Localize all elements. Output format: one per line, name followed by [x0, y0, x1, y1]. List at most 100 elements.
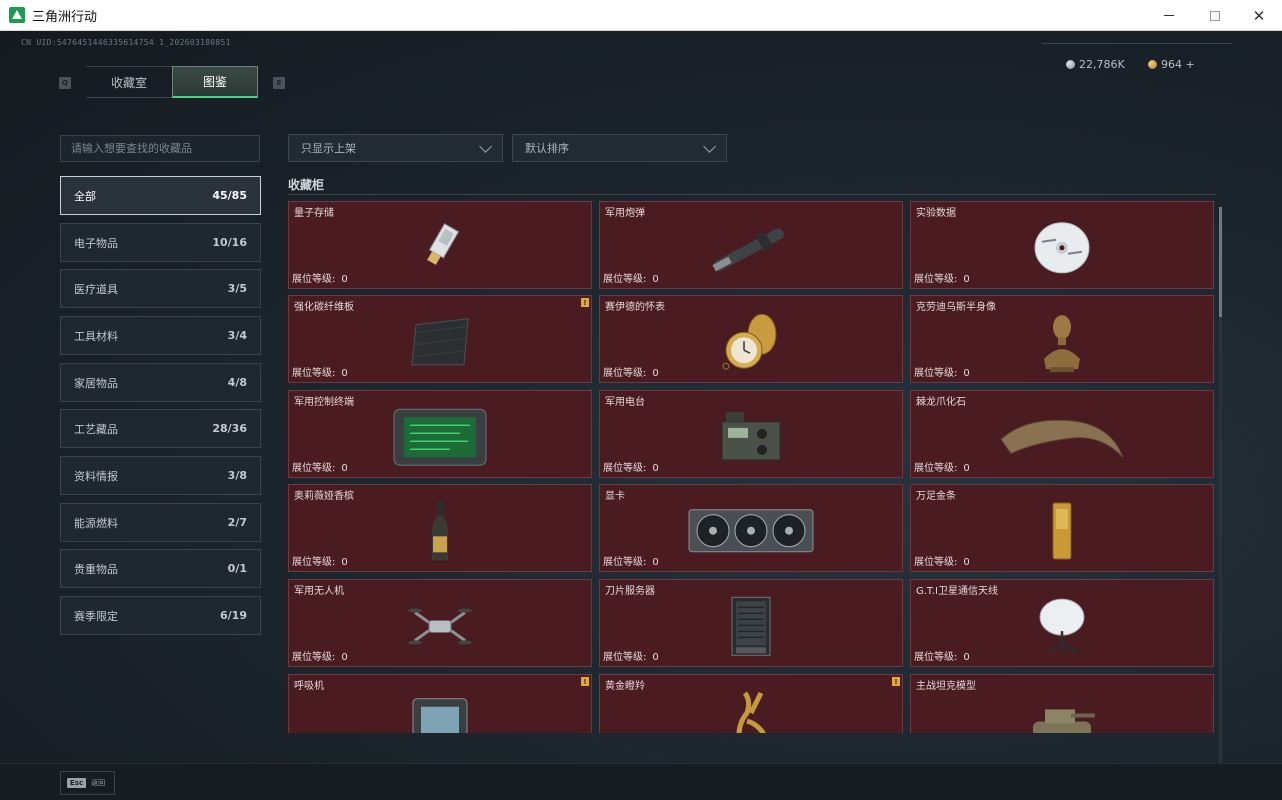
category-label: 能源燃料 [74, 516, 118, 530]
back-label: 返回 [91, 779, 106, 787]
level-value: 0 [963, 652, 970, 663]
minimize-button[interactable] [1146, 0, 1192, 31]
category-label: 资料情报 [74, 469, 118, 483]
item-card[interactable]: 奥莉薇娅香槟 展位等级: 0 [288, 484, 592, 572]
divider [1042, 43, 1232, 44]
uid-text: CN UID:5476451446335614754 1_20260318085… [21, 38, 231, 47]
item-card[interactable]: 赛伊德的怀表 展位等级: 0 [599, 295, 903, 383]
item-card[interactable]: 军用电台 展位等级: 0 [599, 390, 903, 478]
item-name: 克劳迪乌斯半身像 [916, 302, 996, 313]
category-label: 赛季限定 [74, 609, 118, 623]
item-card[interactable]: 黄金瞪羚 ! 展位等级:0 [599, 674, 903, 733]
category-count: 3/4 [227, 329, 247, 342]
category-count: 28/36 [212, 422, 247, 435]
level-value: 0 [652, 463, 659, 474]
item-level: 展位等级: 0 [914, 459, 970, 474]
category-label: 家居物品 [74, 376, 118, 390]
alert-flag-icon: ! [581, 298, 589, 307]
level-label: 展位等级: [603, 557, 647, 568]
item-name: 呼吸机 [294, 681, 324, 692]
category-tools[interactable]: 工具材料 3/4 [60, 316, 261, 355]
level-value: 0 [963, 463, 970, 474]
item-level: 展位等级: 0 [603, 648, 659, 663]
prev-tab-key-hint: Q [59, 77, 71, 89]
item-card[interactable]: 显卡 展位等级: 0 [599, 484, 903, 572]
item-name: 赛伊德的怀表 [605, 302, 665, 313]
level-value: 0 [652, 274, 659, 285]
category-medical[interactable]: 医疗道具 3/5 [60, 269, 261, 308]
section-title: 收藏柜 [288, 178, 325, 192]
item-card[interactable]: 实验数据 展位等级: 0 [910, 201, 1214, 289]
item-card[interactable]: 棘龙爪化石 展位等级: 0 [910, 390, 1214, 478]
pocket-watch-icon [718, 310, 784, 374]
maximize-button[interactable] [1192, 0, 1238, 31]
chevron-down-icon [479, 140, 492, 153]
level-value: 0 [341, 274, 348, 285]
category-energy[interactable]: 能源燃料 2/7 [60, 503, 261, 542]
item-name: 量子存储 [294, 208, 334, 219]
item-card[interactable]: 军用控制终端 展位等级: 0 [288, 390, 592, 478]
tab-bar: 收藏室 图鉴 [86, 66, 258, 98]
section-divider [288, 194, 1216, 195]
level-value: 0 [652, 652, 659, 663]
satellite-dish-icon [1035, 595, 1089, 657]
level-value: 0 [963, 274, 970, 285]
category-count: 2/7 [227, 516, 247, 529]
level-value: 0 [963, 557, 970, 568]
item-card[interactable]: 军用无人机 展位等级: 0 [288, 579, 592, 667]
silver-coin-icon [1066, 60, 1075, 69]
item-card[interactable]: 军用炮弹 展位等级: 0 [599, 201, 903, 289]
level-label: 展位等级: [603, 274, 647, 285]
app-logo-icon [9, 7, 25, 23]
item-card[interactable]: 呼吸机 ! 展位等级:0 [288, 674, 592, 733]
item-card[interactable]: 刀片服务器 展位等级: 0 [599, 579, 903, 667]
level-label: 展位等级: [292, 652, 336, 663]
search-input[interactable] [60, 135, 260, 162]
level-value: 0 [341, 368, 348, 379]
item-card[interactable]: 量子存储 展位等级: 0 [288, 201, 592, 289]
item-level: 展位等级: 0 [914, 364, 970, 379]
category-seasonal[interactable]: 赛季限定 6/19 [60, 596, 261, 635]
scrollbar-thumb[interactable] [1219, 207, 1222, 317]
grid-scrollbar[interactable] [1219, 207, 1222, 763]
back-button[interactable]: Esc 返回 [60, 771, 115, 795]
gold-currency[interactable]: 964 + [1148, 58, 1195, 71]
gold-gazelle-icon [721, 691, 781, 733]
category-count: 4/8 [227, 376, 247, 389]
category-intel[interactable]: 资料情报 3/8 [60, 456, 261, 495]
item-name: 军用电台 [605, 397, 645, 408]
gold-coin-icon [1148, 60, 1157, 69]
item-card[interactable]: 万足金条 展位等级: 0 [910, 484, 1214, 572]
sort-dropdown[interactable]: 默认排序 [512, 134, 727, 162]
category-household[interactable]: 家居物品 4/8 [60, 363, 261, 402]
level-value: 0 [341, 652, 348, 663]
level-label: 展位等级: [914, 652, 958, 663]
ventilator-icon [407, 693, 473, 733]
item-card[interactable]: 主战坦克模型 展位等级:0 [910, 674, 1214, 733]
level-label: 展位等级: [292, 463, 336, 474]
item-name: 军用炮弹 [605, 208, 645, 219]
item-name: 刀片服务器 [605, 586, 655, 597]
category-all[interactable]: 全部 45/85 [60, 176, 261, 215]
tab-collection-room[interactable]: 收藏室 [86, 66, 172, 98]
level-value: 0 [341, 463, 348, 474]
item-card[interactable]: 强化碳纤维板 ! 展位等级: 0 [288, 295, 592, 383]
level-label: 展位等级: [914, 463, 958, 474]
item-card[interactable]: G.T.I卫星通信天线 展位等级: 0 [910, 579, 1214, 667]
minimize-icon [1164, 15, 1174, 16]
category-crafts[interactable]: 工艺藏品 28/36 [60, 409, 261, 448]
item-name: 显卡 [605, 491, 625, 502]
close-button[interactable]: ✕ [1236, 0, 1282, 31]
category-valuables[interactable]: 贵重物品 0/1 [60, 549, 261, 588]
item-card[interactable]: 克劳迪乌斯半身像 展位等级: 0 [910, 295, 1214, 383]
shelf-filter-dropdown[interactable]: 只显示上架 [288, 134, 503, 162]
category-label: 医疗道具 [74, 282, 118, 296]
item-level: 展位等级: 0 [292, 553, 348, 568]
graphics-card-icon [687, 504, 815, 558]
shelf-filter-value: 只显示上架 [301, 142, 356, 155]
level-label: 展位等级: [292, 274, 336, 285]
next-tab-key-hint: E [273, 77, 285, 89]
category-electronics[interactable]: 电子物品 10/16 [60, 223, 261, 262]
tab-catalog[interactable]: 图鉴 [172, 66, 258, 98]
level-label: 展位等级: [914, 557, 958, 568]
